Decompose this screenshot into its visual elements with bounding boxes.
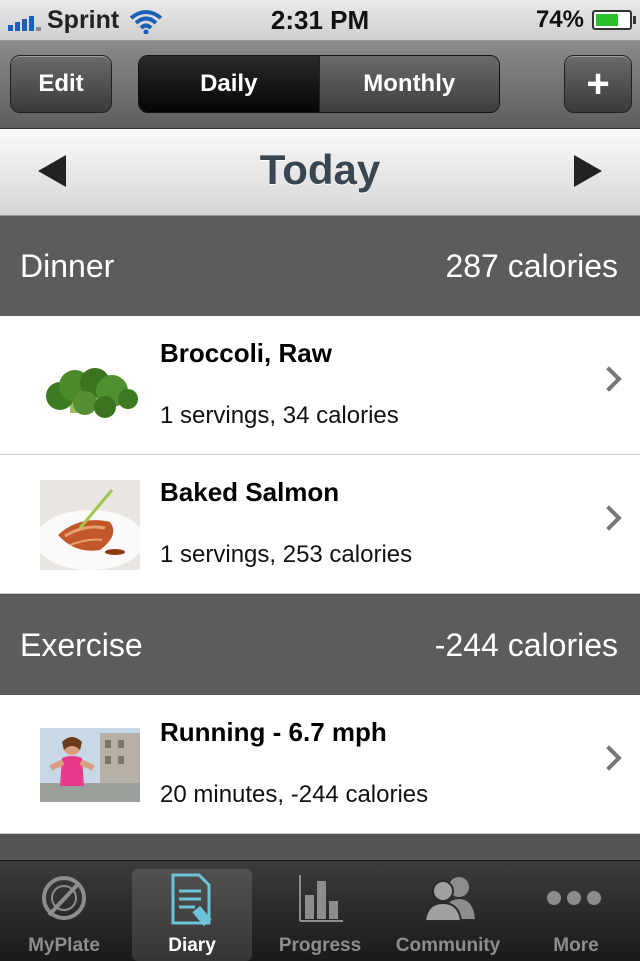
tab-more[interactable]: More — [516, 869, 636, 961]
bar-chart-icon — [299, 875, 343, 922]
view-segmented-control: Daily Monthly — [138, 55, 500, 113]
top-toolbar: Edit Daily Monthly + — [0, 41, 640, 129]
tab-myplate[interactable]: MyPlate — [4, 869, 124, 961]
broccoli-photo — [40, 341, 140, 431]
tab-community[interactable]: Community — [388, 869, 508, 961]
chevron-right-icon — [596, 745, 622, 771]
next-day-arrow-icon[interactable] — [574, 155, 602, 187]
chevron-right-icon — [596, 505, 622, 531]
tab-progress[interactable]: Progress — [260, 869, 380, 961]
item-detail: 20 minutes, -244 calories — [160, 781, 429, 808]
battery-indicator: 74% — [535, 6, 636, 34]
tab-label: Diary — [168, 935, 216, 956]
item-detail: 1 servings, 253 calories — [160, 541, 413, 568]
add-button[interactable]: + — [564, 55, 632, 113]
list-item[interactable]: Broccoli, Raw 1 servings, 34 calories — [0, 316, 640, 455]
edit-button[interactable]: Edit — [10, 55, 112, 113]
section-calories: -244 calories — [434, 627, 618, 663]
item-title: Running - 6.7 mph — [160, 717, 387, 747]
item-title: Baked Salmon — [160, 477, 340, 507]
tab-label: Community — [395, 935, 501, 956]
tab-label: Progress — [278, 935, 362, 956]
item-title: Broccoli, Raw — [160, 338, 332, 368]
salmon-photo — [40, 480, 140, 570]
section-calories: 287 calories — [445, 248, 618, 284]
tab-label: MyPlate — [28, 935, 100, 956]
tab-label: More — [553, 935, 599, 956]
status-bar: Sprint 2:31 PM 74% — [0, 0, 640, 41]
tab-diary[interactable]: Diary — [132, 869, 252, 961]
people-icon — [423, 877, 475, 922]
runner-photo — [40, 728, 140, 802]
tab-bar: MyPlate Diary Progress Community More — [0, 860, 640, 961]
battery-percent: 74% — [535, 6, 584, 33]
section-name: Exercise — [20, 627, 143, 663]
chevron-right-icon — [596, 366, 622, 392]
item-detail: 1 servings, 34 calories — [160, 402, 399, 429]
section-header-exercise: Exercise -244 calories — [0, 595, 640, 695]
diary-icon — [171, 873, 212, 927]
section-name: Dinner — [20, 248, 115, 284]
more-dots-icon — [547, 891, 601, 905]
plate-fork-icon — [42, 876, 86, 920]
battery-icon — [592, 10, 636, 30]
segment-monthly[interactable]: Monthly — [318, 56, 499, 112]
section-header-dinner: Dinner 287 calories — [0, 216, 640, 316]
date-bar: Today — [0, 129, 640, 216]
list-item[interactable]: Baked Salmon 1 servings, 253 calories — [0, 455, 640, 594]
list-item[interactable]: Running - 6.7 mph 20 minutes, -244 calor… — [0, 695, 640, 834]
segment-daily[interactable]: Daily — [139, 56, 319, 112]
date-title: Today — [259, 146, 381, 193]
